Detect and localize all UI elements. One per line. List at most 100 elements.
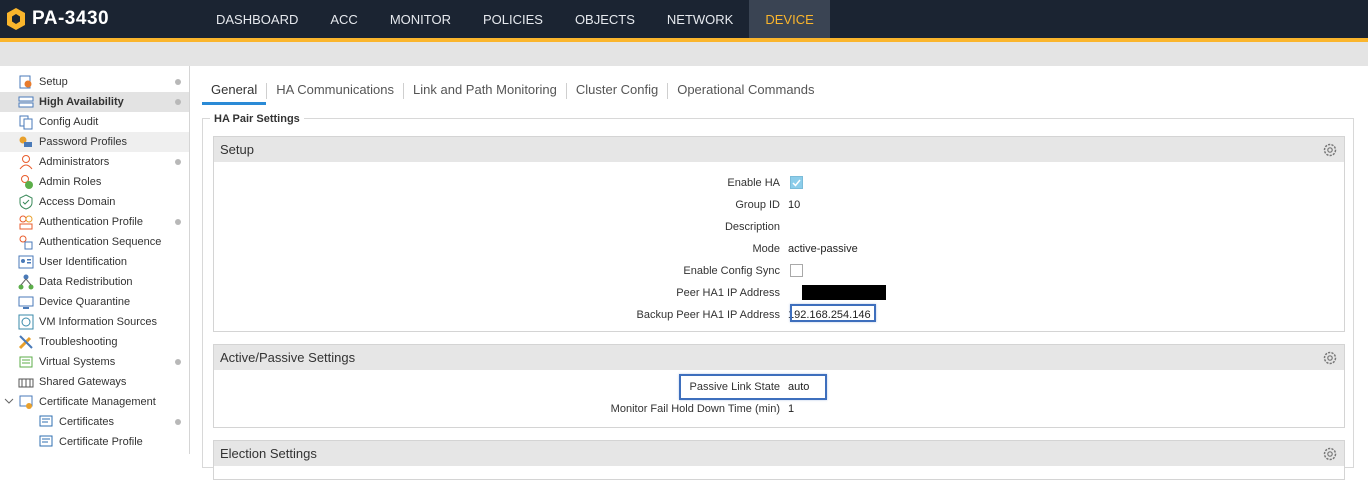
group-legend: HA Pair Settings xyxy=(210,113,304,125)
enable-ha-checkbox[interactable] xyxy=(790,176,803,189)
sidebar-item-label: Certificate Profile xyxy=(59,436,143,448)
sidebar-item-admin-roles[interactable]: Admin Roles xyxy=(0,172,189,192)
sidebar-item-certificate-management[interactable]: Certificate Management xyxy=(0,392,189,412)
sidebar-item-label: User Identification xyxy=(39,256,128,268)
active-passive-section: Active/Passive Settings Passive Link Sta… xyxy=(213,344,1345,428)
device-quarantine-icon xyxy=(18,294,34,310)
sub-toolbar xyxy=(0,42,1368,66)
nav-tab-policies[interactable]: POLICIES xyxy=(467,0,559,38)
passive-link-state-row: Passive Link State auto xyxy=(214,374,1346,400)
sidebar-item-shared-gateways[interactable]: Shared Gateways xyxy=(0,372,189,392)
sidebar-item-label: Admin Roles xyxy=(39,176,102,188)
tab-general[interactable]: General xyxy=(202,77,267,105)
sidebar-item-certificate-profile[interactable]: Certificate Profile xyxy=(0,432,189,452)
backup-peer-ha1-row: Backup Peer HA1 IP Address 192.168.254.1… xyxy=(214,304,1346,327)
sidebar: Setup High Availability Config Audit Pas… xyxy=(0,66,190,454)
sidebar-item-label: Config Audit xyxy=(39,116,99,128)
sidebar-item-label: Authentication Sequence xyxy=(39,236,162,248)
section-header: Setup xyxy=(214,137,1344,162)
gear-icon[interactable] xyxy=(1322,445,1338,461)
nav-tab-objects[interactable]: OBJECTS xyxy=(559,0,651,38)
peer-ha1-row: Peer HA1 IP Address xyxy=(214,283,1346,305)
tab-ha-communications[interactable]: HA Communications xyxy=(267,77,403,105)
status-dot xyxy=(175,419,181,425)
ha-pair-settings-group: HA Pair Settings Setup Enable HA Group I… xyxy=(202,113,1354,480)
certificate-profile-icon xyxy=(38,434,54,450)
nav-tab-network[interactable]: NETWORK xyxy=(651,0,749,38)
highlight-box xyxy=(679,374,827,400)
tab-strip: General HA Communications Link and Path … xyxy=(202,76,824,106)
sidebar-item-label: High Availability xyxy=(39,96,124,108)
setup-icon xyxy=(18,74,34,90)
sidebar-item-label: Data Redistribution xyxy=(39,276,133,288)
sidebar-item-data-redistribution[interactable]: Data Redistribution xyxy=(0,272,189,292)
sidebar-item-vm-information-sources[interactable]: VM Information Sources xyxy=(0,312,189,332)
tab-link-and-path-monitoring[interactable]: Link and Path Monitoring xyxy=(404,77,566,105)
admin-roles-icon xyxy=(18,174,34,190)
authentication-profile-icon xyxy=(18,214,34,230)
mode-row: Mode active-passive xyxy=(214,239,1346,261)
sidebar-item-label: Virtual Systems xyxy=(39,356,116,368)
sidebar-item-label: Password Profiles xyxy=(39,136,128,148)
section-title: Active/Passive Settings xyxy=(220,350,356,365)
sidebar-item-certificates[interactable]: Certificates xyxy=(0,412,189,432)
nav-tab-dashboard[interactable]: DASHBOARD xyxy=(200,0,314,38)
sidebar-item-setup[interactable]: Setup xyxy=(0,72,189,92)
tab-cluster-config[interactable]: Cluster Config xyxy=(567,77,667,105)
field-label: Description xyxy=(724,221,780,233)
nav-tab-monitor[interactable]: MONITOR xyxy=(374,0,467,38)
shared-gateways-icon xyxy=(18,374,34,390)
virtual-systems-icon xyxy=(18,354,34,370)
brand: PA-3430 xyxy=(6,6,109,32)
section-header: Active/Passive Settings xyxy=(214,345,1344,370)
config-audit-icon xyxy=(18,114,34,130)
gear-icon[interactable] xyxy=(1322,141,1338,157)
setup-section: Setup Enable HA Group ID 10 Description … xyxy=(213,136,1345,332)
status-dot xyxy=(175,159,181,165)
authentication-sequence-icon xyxy=(18,234,34,250)
gear-icon[interactable] xyxy=(1322,349,1338,365)
section-title: Setup xyxy=(220,142,254,157)
sidebar-item-device-quarantine[interactable]: Device Quarantine xyxy=(0,292,189,312)
enable-config-sync-row: Enable Config Sync xyxy=(214,261,1346,283)
tab-operational-commands[interactable]: Operational Commands xyxy=(668,77,823,105)
sidebar-item-virtual-systems[interactable]: Virtual Systems xyxy=(0,352,189,372)
sidebar-item-label: Setup xyxy=(39,76,68,88)
nav-tab-acc[interactable]: ACC xyxy=(314,0,373,38)
sidebar-item-user-identification[interactable]: User Identification xyxy=(0,252,189,272)
device-model: PA-3430 xyxy=(32,8,110,29)
status-dot xyxy=(175,219,181,225)
vm-information-sources-icon xyxy=(18,314,34,330)
sidebar-item-authentication-profile[interactable]: Authentication Profile xyxy=(0,212,189,232)
main-nav: DASHBOARD ACC MONITOR POLICIES OBJECTS N… xyxy=(200,0,830,38)
nav-tab-device[interactable]: DEVICE xyxy=(749,0,830,38)
sidebar-item-config-audit[interactable]: Config Audit xyxy=(0,112,189,132)
field-label: Backup Peer HA1 IP Address xyxy=(636,309,781,321)
field-label: Enable Config Sync xyxy=(683,265,780,277)
highlight-box xyxy=(790,304,876,322)
status-dot xyxy=(175,359,181,365)
sidebar-item-label: Authentication Profile xyxy=(39,216,143,228)
top-bar: PA-3430 DASHBOARD ACC MONITOR POLICIES O… xyxy=(0,0,1368,42)
field-label: Enable HA xyxy=(727,177,780,189)
sidebar-item-authentication-sequence[interactable]: Authentication Sequence xyxy=(0,232,189,252)
field-label: Mode xyxy=(752,243,780,255)
sidebar-item-label: Certificates xyxy=(59,416,115,428)
enable-config-sync-checkbox[interactable] xyxy=(790,264,803,277)
status-dot xyxy=(175,79,181,85)
sidebar-item-high-availability[interactable]: High Availability xyxy=(0,92,189,112)
sidebar-item-troubleshooting[interactable]: Troubleshooting xyxy=(0,332,189,352)
chevron-down-icon[interactable] xyxy=(4,396,14,406)
group-id-value: 10 xyxy=(788,199,801,211)
description-row: Description xyxy=(214,217,1346,239)
field-label: Peer HA1 IP Address xyxy=(676,287,780,299)
sidebar-item-access-domain[interactable]: Access Domain xyxy=(0,192,189,212)
sidebar-item-administrators[interactable]: Administrators xyxy=(0,152,189,172)
data-redistribution-icon xyxy=(18,274,34,290)
sidebar-item-password-profiles[interactable]: Password Profiles xyxy=(0,132,189,152)
sidebar-item-label: Access Domain xyxy=(39,196,116,208)
sidebar-item-label: Device Quarantine xyxy=(39,296,131,308)
mode-value: active-passive xyxy=(788,243,858,255)
paloalto-logo-icon xyxy=(6,7,26,31)
election-settings-section: Election Settings xyxy=(213,440,1345,480)
